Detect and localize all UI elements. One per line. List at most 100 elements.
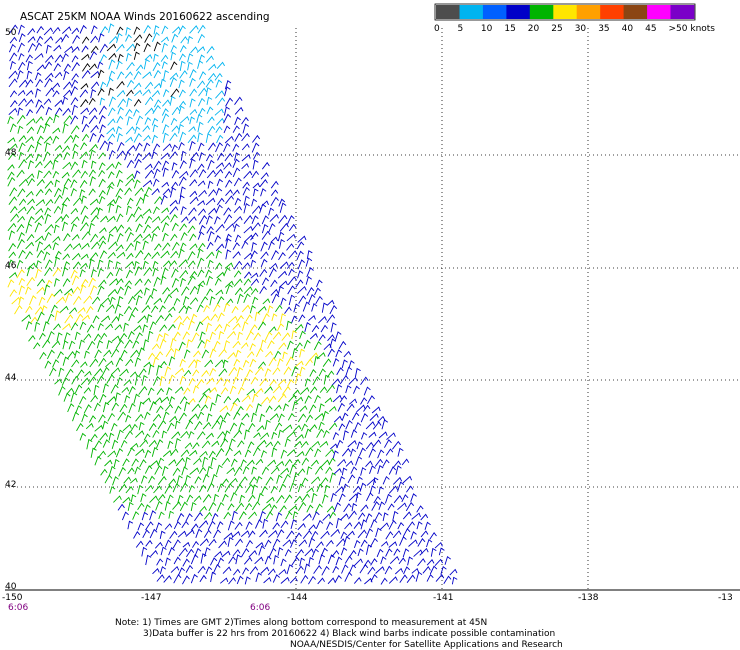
wind-barb: [119, 368, 129, 377]
wind-barb: [17, 107, 24, 116]
legend-swatch: [576, 5, 601, 19]
wind-barb: [234, 287, 243, 296]
wind-barb: [234, 197, 242, 206]
wind-barb: [348, 376, 358, 385]
wind-barb: [259, 285, 267, 294]
wind-barb: [9, 36, 18, 44]
wind-barb: [308, 294, 316, 304]
wind-barb: [214, 168, 224, 178]
wind-barb: [148, 439, 157, 448]
wind-barb: [374, 511, 383, 521]
wind-barb: [271, 313, 278, 322]
wind-barb: [342, 483, 349, 493]
wind-barb: [138, 347, 145, 357]
wind-barb: [264, 368, 272, 377]
wind-barb: [26, 60, 33, 71]
wind-barb: [254, 556, 264, 565]
wind-barb: [326, 521, 334, 530]
wind-barb: [287, 412, 295, 421]
wind-barb: [176, 475, 183, 485]
wind-barb: [104, 459, 113, 467]
wind-barb: [160, 215, 170, 224]
wind-barb: [298, 295, 307, 304]
wind-barb: [134, 466, 141, 475]
wind-barb: [230, 402, 238, 412]
wind-barb: [233, 205, 242, 214]
wind-barb: [246, 351, 255, 358]
wind-barb: [219, 419, 227, 430]
wind-barb: [252, 296, 259, 305]
wind-barb: [153, 160, 162, 170]
wind-barb: [26, 233, 35, 242]
wind-barb: [133, 70, 142, 80]
wind-barb: [18, 296, 25, 305]
wind-barb: [62, 145, 70, 153]
wind-barb: [336, 367, 344, 376]
wind-barb: [125, 414, 132, 423]
wind-barb: [61, 377, 70, 386]
wind-barb: [44, 180, 54, 189]
wind-barb: [292, 401, 299, 411]
wind-barb: [168, 306, 176, 313]
wind-barb: [297, 468, 306, 476]
wind-barb: [215, 289, 224, 296]
wind-barb: [345, 366, 353, 377]
wind-barb: [63, 178, 72, 187]
wind-barb: [151, 134, 158, 144]
wind-barb: [332, 431, 340, 440]
wind-barb: [349, 564, 357, 573]
wind-barb: [268, 267, 277, 278]
wind-barb: [316, 428, 325, 438]
wind-barb: [213, 340, 221, 351]
wind-barb: [164, 539, 172, 548]
wind-barb: [345, 460, 354, 467]
wind-barb: [133, 206, 142, 216]
wind-barb: [204, 338, 211, 349]
wind-barb: [277, 547, 284, 556]
wind-barb: [43, 27, 54, 36]
wind-barb: [170, 214, 178, 223]
wind-barb: [330, 528, 341, 537]
wind-barb: [117, 411, 126, 421]
wind-barb: [306, 267, 314, 278]
wind-barb: [209, 348, 217, 358]
wind-barb: [138, 421, 145, 431]
wind-barb: [179, 131, 187, 142]
wind-barb: [7, 115, 14, 125]
wind-barb: [310, 459, 319, 467]
wind-barb: [242, 123, 250, 134]
wind-barb: [143, 252, 152, 261]
wind-barb: [180, 150, 187, 161]
note-line-2: 3)Data buffer is 22 hrs from 20160622 4)…: [143, 629, 555, 639]
wind-barb: [234, 132, 243, 142]
wind-barb: [72, 169, 81, 178]
wind-barb: [77, 307, 86, 314]
wind-barb: [399, 574, 408, 583]
wind-barb: [25, 54, 33, 63]
wind-barb: [214, 359, 225, 368]
wind-barb: [141, 374, 148, 386]
wind-barb: [286, 564, 294, 575]
legend-tick-label: 30: [575, 24, 587, 34]
wind-barb: [199, 505, 207, 513]
wind-barb: [111, 335, 121, 342]
wind-barb: [71, 104, 79, 116]
wind-barb: [115, 43, 125, 52]
wind-barb: [341, 467, 348, 476]
wind-barb: [16, 114, 26, 124]
wind-barb: [142, 324, 149, 333]
wind-barb: [320, 477, 329, 486]
wind-barb: [36, 25, 44, 34]
wind-barb: [144, 117, 152, 125]
wind-barb: [139, 459, 147, 468]
wind-barb: [110, 422, 118, 432]
wind-barb: [232, 242, 240, 250]
wind-barb: [352, 485, 361, 493]
wind-barb: [226, 467, 236, 475]
legend-tick-label: 0: [434, 24, 440, 34]
wind-barb: [89, 63, 98, 71]
wind-barb: [215, 90, 225, 99]
wind-barb: [208, 63, 217, 71]
wind-barb: [105, 360, 114, 368]
wind-barb: [176, 512, 185, 522]
